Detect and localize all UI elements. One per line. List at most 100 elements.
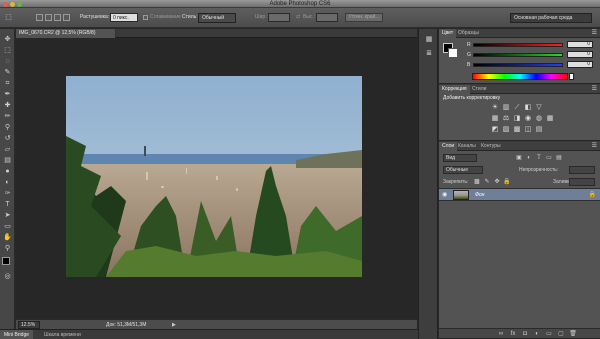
new-selection-icon[interactable]	[36, 14, 43, 21]
bottom-panel-tabs: Mini Bridge Шкала времени	[0, 329, 420, 339]
exposure-icon[interactable]: ◧	[524, 104, 532, 112]
feather-input[interactable]: 0 пикс.	[110, 13, 138, 22]
layer-filter-select[interactable]: Вид	[443, 154, 477, 162]
color-spectrum-ramp[interactable]	[472, 73, 568, 80]
tab-channels[interactable]: Каналы	[455, 142, 479, 151]
layer-row[interactable]: ◉ Фон 🔒	[439, 188, 600, 201]
clone-stamp-tool-icon[interactable]: ⚲	[3, 123, 12, 132]
history-brush-tool-icon[interactable]: ↺	[3, 134, 12, 143]
color-balance-icon[interactable]: ⚖	[502, 115, 510, 123]
filter-smart-object-icon[interactable]: ▤	[555, 154, 563, 162]
document-size-info[interactable]: Док: 51,3M/51,3M	[106, 321, 146, 329]
lasso-tool-icon[interactable]: ◌	[3, 57, 12, 66]
new-adjustment-layer-icon[interactable]: ◐	[533, 330, 541, 338]
layers-panel: Слои Каналы Контуры ☰ Вид ▣ ◐ T ▭ ▤ Обыч…	[439, 142, 600, 339]
curves-icon[interactable]: ⟋	[513, 104, 521, 112]
status-arrow-icon[interactable]: ▶	[172, 321, 176, 329]
tab-timeline[interactable]: Шкала времени	[40, 330, 85, 339]
panel-menu-icon[interactable]: ☰	[592, 86, 597, 93]
add-mask-icon[interactable]: ◘	[521, 330, 529, 338]
channel-mixer-icon[interactable]: ◍	[535, 115, 543, 123]
visibility-eye-icon[interactable]: ◉	[442, 191, 447, 199]
posterize-icon[interactable]: ▨	[502, 126, 510, 134]
type-tool-icon[interactable]: T	[3, 200, 12, 209]
link-layers-icon[interactable]: ∞	[497, 330, 505, 338]
crop-tool-icon[interactable]: ⌗	[3, 79, 12, 88]
slider-r[interactable]: R 0	[467, 41, 597, 49]
brush-tool-icon[interactable]: ✏	[3, 112, 12, 121]
style-select[interactable]: Обычный	[198, 13, 236, 23]
subtract-selection-icon[interactable]	[54, 14, 61, 21]
panel-menu-icon[interactable]: ☰	[592, 143, 597, 150]
antialias-checkbox[interactable]	[143, 15, 148, 20]
vibrance-icon[interactable]: ▽	[535, 104, 543, 112]
gradient-map-icon[interactable]: ▤	[535, 126, 543, 134]
blend-mode-select[interactable]: Обычные	[443, 166, 483, 174]
path-selection-tool-icon[interactable]: ➤	[3, 211, 12, 220]
delete-layer-icon[interactable]: 🗑	[569, 330, 577, 338]
layer-name[interactable]: Фон	[475, 191, 485, 199]
lock-image-icon[interactable]: ✎	[483, 178, 491, 186]
color-lookup-icon[interactable]: ▦	[546, 115, 554, 123]
new-layer-icon[interactable]: ▢	[557, 330, 565, 338]
zoom-tool-icon[interactable]: ⚲	[3, 244, 12, 253]
lock-transparent-icon[interactable]: ▩	[473, 178, 481, 186]
move-tool-icon[interactable]: ✥	[3, 35, 12, 44]
opacity-input[interactable]	[569, 166, 595, 174]
quick-select-tool-icon[interactable]: ✎	[3, 68, 12, 77]
fill-input[interactable]	[569, 178, 595, 186]
workspace-select[interactable]: Основная рабочая среда	[510, 13, 592, 23]
gradient-tool-icon[interactable]: ▤	[3, 156, 12, 165]
document-tab[interactable]: IMG_0670.CR2 @ 12,5% (RGB/8)	[16, 29, 116, 38]
brightness-contrast-icon[interactable]: ☀	[491, 104, 499, 112]
tab-swatches[interactable]: Образцы	[455, 29, 482, 38]
blur-tool-icon[interactable]: ●	[3, 167, 12, 176]
quick-mask-icon[interactable]: ◎	[3, 272, 12, 281]
selective-color-icon[interactable]: ◫	[524, 126, 532, 134]
slider-b[interactable]: B 0	[467, 61, 597, 69]
refine-edge-button[interactable]: Уточн. край...	[345, 13, 383, 22]
hand-tool-icon[interactable]: ✋	[3, 233, 12, 242]
image-canvas[interactable]	[66, 76, 362, 277]
zoom-level-field[interactable]: 12.5%	[18, 321, 40, 329]
filter-shape-icon[interactable]: ▭	[545, 154, 553, 162]
photo-filter-icon[interactable]: ◉	[524, 115, 532, 123]
white-chip[interactable]	[569, 73, 574, 80]
healing-brush-tool-icon[interactable]: ✚	[3, 101, 12, 110]
history-panel-icon[interactable]: ▦	[424, 35, 434, 45]
threshold-icon[interactable]: ▩	[513, 126, 521, 134]
layer-style-icon[interactable]: fx	[509, 330, 517, 338]
marquee-tool-icon[interactable]: ⬚	[3, 46, 12, 55]
levels-icon[interactable]: ▥	[502, 104, 510, 112]
invert-icon[interactable]: ◩	[491, 126, 499, 134]
bg-swatch[interactable]	[448, 48, 458, 58]
eyedropper-tool-icon[interactable]: ✒	[3, 90, 12, 99]
add-selection-icon[interactable]	[45, 14, 52, 21]
eraser-tool-icon[interactable]: ▱	[3, 145, 12, 154]
width-input[interactable]	[268, 13, 290, 22]
intersect-selection-icon[interactable]	[63, 14, 70, 21]
filter-adjustment-icon[interactable]: ◐	[525, 154, 533, 162]
marquee-tool-preset-icon[interactable]: ⬚	[4, 13, 13, 22]
dodge-tool-icon[interactable]: ◐	[3, 178, 12, 187]
slider-g[interactable]: G 0	[467, 51, 597, 59]
swap-icon[interactable]: ⇄	[296, 14, 300, 21]
tab-mini-bridge[interactable]: Mini Bridge	[0, 330, 34, 339]
shape-tool-icon[interactable]: ▭	[3, 222, 12, 231]
new-group-icon[interactable]: ▭	[545, 330, 553, 338]
tab-color[interactable]: Цвет	[439, 29, 457, 38]
tab-paths[interactable]: Контуры	[478, 142, 504, 151]
properties-panel-icon[interactable]: ≣	[424, 49, 434, 59]
height-input[interactable]	[316, 13, 338, 22]
foreground-color-swatch[interactable]	[2, 257, 10, 265]
lock-position-icon[interactable]: ✥	[493, 178, 501, 186]
lock-all-icon[interactable]: 🔒	[503, 178, 511, 186]
hue-saturation-icon[interactable]: ▦	[491, 115, 499, 123]
tab-adjustments[interactable]: Коррекция	[439, 85, 470, 94]
pen-tool-icon[interactable]: ✑	[3, 189, 12, 198]
tab-styles[interactable]: Стили	[469, 85, 489, 94]
black-white-icon[interactable]: ◨	[513, 115, 521, 123]
panel-menu-icon[interactable]: ☰	[592, 30, 597, 37]
filter-type-icon[interactable]: T	[535, 154, 543, 162]
filter-pixel-icon[interactable]: ▣	[515, 154, 523, 162]
